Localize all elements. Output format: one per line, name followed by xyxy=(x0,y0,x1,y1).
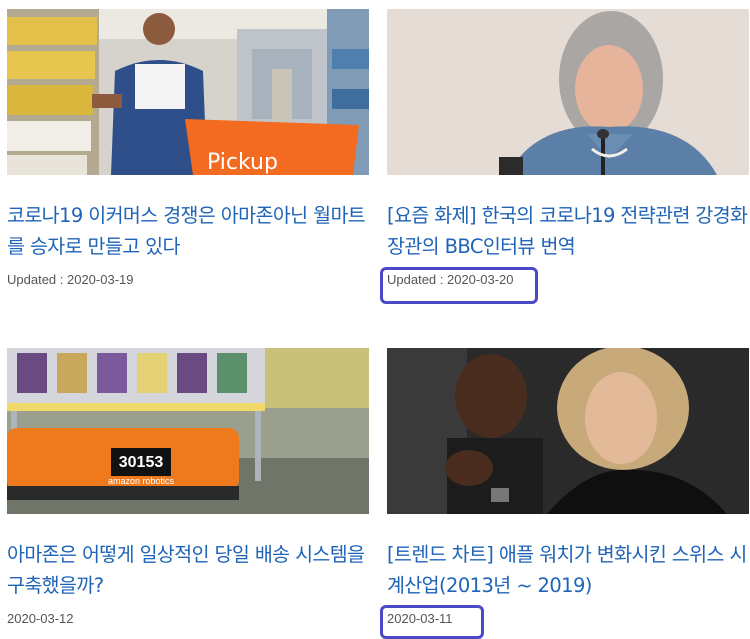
robot-number: 30153 xyxy=(119,454,164,471)
date-highlight-box xyxy=(380,267,538,304)
article-thumbnail-amazon-robotics[interactable]: 30153 amazon robotics xyxy=(7,348,369,514)
article-card[interactable]: [트렌드 차트] 애플 워치가 변화시킨 스위스 시계산업(2013년 ~ 20… xyxy=(387,348,749,626)
article-card[interactable]: [요즘 화제] 한국의 코로나19 전략관련 강경화장관의 BBC인터뷰 번역 … xyxy=(387,9,749,287)
smartwatch-shape xyxy=(491,488,509,502)
article-date: Updated : 2020-03-19 xyxy=(7,272,134,287)
article-thumbnail-interview[interactable] xyxy=(387,9,749,175)
article-title[interactable]: [트렌드 차트] 애플 워치가 변화시킨 스위스 시계산업(2013년 ~ 20… xyxy=(387,539,749,601)
article-card[interactable]: 30153 amazon robotics 아마존은 어떻게 일상적인 당일 배… xyxy=(7,348,369,626)
article-title[interactable]: 코로나19 이커머스 경쟁은 아마존아닌 월마트를 승자로 만들고 있다 xyxy=(7,200,369,262)
article-thumbnail-apple-watch[interactable] xyxy=(387,348,749,514)
article-title[interactable]: [요즘 화제] 한국의 코로나19 전략관련 강경화장관의 BBC인터뷰 번역 xyxy=(387,200,749,262)
article-thumbnail-walmart[interactable]: Pickup xyxy=(7,9,369,175)
article-title[interactable]: 아마존은 어떻게 일상적인 당일 배송 시스템을 구축했을까? xyxy=(7,539,369,601)
article-date: 2020-03-12 xyxy=(7,611,74,626)
robot-brand: amazon robotics xyxy=(108,476,175,486)
article-card[interactable]: Pickup 코로나19 이커머스 경쟁은 아마존아닌 월마트를 승자로 만들고… xyxy=(7,9,369,287)
date-highlight-box xyxy=(380,605,484,639)
pickup-label: Pickup xyxy=(207,150,278,175)
